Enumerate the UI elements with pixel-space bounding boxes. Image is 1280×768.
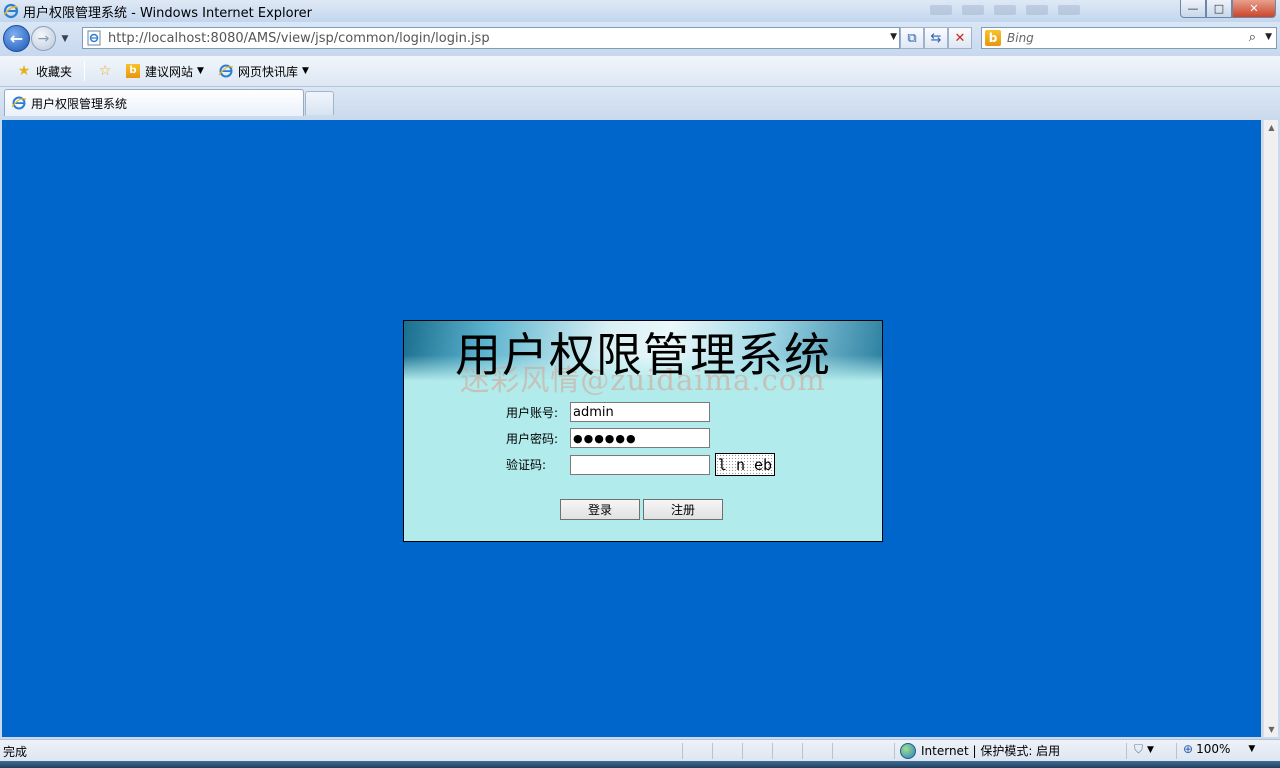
ie-icon bbox=[11, 96, 27, 110]
globe-icon bbox=[900, 742, 916, 759]
register-button[interactable]: 注册 bbox=[643, 499, 723, 520]
stop-icon: ✕ bbox=[954, 30, 966, 46]
status-separator bbox=[1126, 743, 1127, 759]
chevron-down-icon: ▼ bbox=[61, 34, 69, 44]
compatibility-icon: ⧉ bbox=[907, 30, 917, 46]
refresh-button[interactable]: ⇆ bbox=[924, 27, 948, 49]
new-tab-button[interactable] bbox=[305, 91, 334, 115]
captcha-image[interactable]: l n eb bbox=[715, 453, 775, 476]
ie-icon bbox=[218, 64, 234, 78]
back-arrow-icon: ← bbox=[9, 29, 24, 48]
chevron-down-icon: ▼ bbox=[1147, 744, 1154, 755]
password-label: 用户密码: bbox=[506, 431, 559, 446]
captcha-input[interactable] bbox=[570, 454, 710, 475]
maximize-icon: □ bbox=[1213, 2, 1225, 15]
vertical-scrollbar[interactable]: ▲ ▼ bbox=[1263, 120, 1278, 737]
status-text: 完成 bbox=[3, 745, 28, 759]
status-separator bbox=[772, 743, 773, 759]
search-options-icon[interactable]: ▼ bbox=[1265, 32, 1272, 42]
maximize-button[interactable]: □ bbox=[1206, 0, 1232, 18]
tab-login-page[interactable]: 用户权限管理系统 bbox=[4, 89, 304, 116]
zoom-icon: ⊕ bbox=[1183, 742, 1194, 756]
chevron-down-icon: ▼ bbox=[197, 66, 204, 76]
password-input[interactable]: ●●●●●● bbox=[570, 428, 710, 448]
title-bar: 用户权限管理系统 - Windows Internet Explorer — □… bbox=[0, 0, 1280, 22]
address-dropdown-icon[interactable]: ▼ bbox=[890, 32, 897, 42]
search-box[interactable]: b Bing ⌕ ▼ bbox=[981, 27, 1277, 49]
scroll-up-icon[interactable]: ▲ bbox=[1264, 120, 1279, 135]
favorite-item-label: 网页快讯库 bbox=[237, 64, 298, 79]
favorites-label: 收藏夹 bbox=[36, 64, 73, 79]
taskbar bbox=[0, 761, 1280, 768]
ie-logo-icon bbox=[3, 3, 19, 19]
scroll-down-icon[interactable]: ▼ bbox=[1264, 722, 1279, 737]
favorites-button[interactable]: ★ 收藏夹 bbox=[12, 60, 76, 82]
status-separator bbox=[712, 743, 713, 759]
forward-arrow-icon: → bbox=[37, 30, 50, 47]
back-button[interactable]: ← bbox=[3, 25, 30, 52]
status-separator bbox=[682, 743, 683, 759]
favorites-bar: ★ 收藏夹 ☆ b 建议网站 ▼ 网页快讯库 ▼ bbox=[0, 56, 1280, 87]
browser-content-frame: 用户权限管理系统 迷彩风情@zuidaima.com 用户账号: admin 用… bbox=[0, 118, 1280, 739]
address-bar[interactable]: http://localhost:8080/AMS/view/jsp/commo… bbox=[82, 27, 900, 49]
account-input[interactable]: admin bbox=[570, 402, 710, 422]
forward-button[interactable]: → bbox=[31, 26, 56, 51]
title-bar-toolbar-ghost bbox=[930, 5, 1080, 15]
shield-icon: ⛉ bbox=[1134, 742, 1144, 756]
account-label: 用户账号: bbox=[506, 405, 559, 420]
favorites-separator bbox=[84, 61, 86, 81]
status-separator bbox=[802, 743, 803, 759]
add-favorite-icon: ☆ bbox=[98, 63, 112, 79]
close-button[interactable]: ✕ bbox=[1232, 0, 1276, 18]
url-text: http://localhost:8080/AMS/view/jsp/commo… bbox=[108, 30, 490, 46]
captcha-label: 验证码: bbox=[506, 458, 547, 472]
minimize-icon: — bbox=[1187, 2, 1199, 15]
tab-label: 用户权限管理系统 bbox=[31, 96, 128, 111]
page-viewport: 用户权限管理系统 迷彩风情@zuidaima.com 用户账号: admin 用… bbox=[2, 120, 1261, 737]
recent-pages-dropdown[interactable]: ▼ bbox=[58, 32, 72, 46]
status-bar: 完成 Internet | 保护模式: 启用 ⛉ ▼ ⊕ 100% ▼ bbox=[0, 739, 1280, 761]
stop-button[interactable]: ✕ bbox=[948, 27, 972, 49]
status-separator bbox=[832, 743, 833, 759]
minimize-button[interactable]: — bbox=[1180, 0, 1206, 18]
account-row: 用户账号: admin bbox=[506, 402, 710, 422]
compatibility-view-button[interactable]: ⧉ bbox=[900, 27, 924, 49]
zoom-button[interactable]: ⊕ 100% ▼ bbox=[1183, 742, 1255, 756]
status-separator bbox=[742, 743, 743, 759]
zone-text: Internet | 保护模式: 启用 bbox=[921, 744, 1061, 758]
password-row: 用户密码: ●●●●●● bbox=[506, 428, 710, 448]
chevron-down-icon: ▼ bbox=[1248, 744, 1256, 754]
system-title: 用户权限管理系统 bbox=[455, 328, 831, 382]
captcha-row: 验证码: l n eb bbox=[506, 453, 775, 476]
address-toolbar: ← → ▼ http://localhost:8080/AMS/view/jsp… bbox=[0, 22, 1280, 56]
popup-blocker-button[interactable]: ⛉ ▼ bbox=[1134, 742, 1154, 757]
favorite-item-web-slice-gallery[interactable]: 网页快讯库 ▼ bbox=[214, 60, 313, 82]
zoom-level: 100% bbox=[1196, 742, 1231, 756]
bing-icon: b bbox=[985, 30, 1001, 46]
window-title: 用户权限管理系统 - Windows Internet Explorer bbox=[23, 5, 312, 21]
status-separator bbox=[894, 743, 895, 759]
favorite-item-label: 建议网站 bbox=[145, 64, 194, 79]
security-zone[interactable]: Internet | 保护模式: 启用 bbox=[900, 742, 1060, 759]
star-icon: ★ bbox=[17, 63, 31, 79]
favorite-item-suggested-sites[interactable]: b 建议网站 ▼ bbox=[121, 60, 208, 82]
search-icon[interactable]: ⌕ bbox=[1249, 30, 1256, 45]
refresh-icon: ⇆ bbox=[930, 30, 942, 46]
login-panel: 用户权限管理系统 迷彩风情@zuidaima.com 用户账号: admin 用… bbox=[403, 320, 883, 542]
tab-strip: 用户权限管理系统 bbox=[0, 87, 1280, 118]
chevron-down-icon: ▼ bbox=[301, 66, 309, 76]
close-icon: ✕ bbox=[1249, 2, 1259, 15]
bing-icon: b bbox=[125, 63, 141, 79]
status-separator bbox=[1176, 743, 1177, 759]
search-placeholder: Bing bbox=[1007, 31, 1034, 45]
page-icon bbox=[87, 30, 101, 46]
login-button[interactable]: 登录 bbox=[560, 499, 640, 520]
add-to-favorites-bar-button[interactable]: ☆ bbox=[93, 60, 121, 82]
